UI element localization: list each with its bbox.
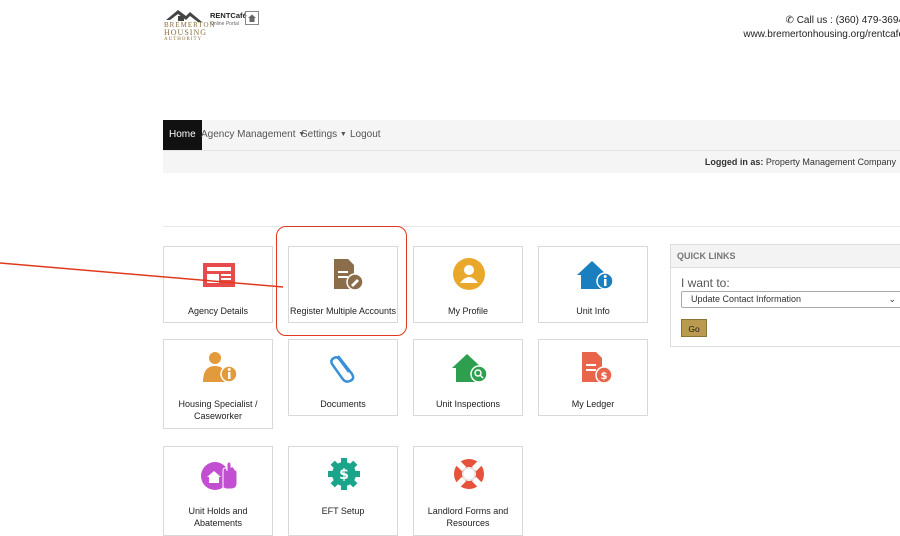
chevron-down-icon: ⌄	[888, 294, 896, 304]
website-link[interactable]: www.bremertonhousing.org/rentcafe	[743, 28, 900, 42]
tile-documents[interactable]: Documents	[288, 339, 398, 416]
tile-agency-details[interactable]: Agency Details	[163, 246, 273, 323]
caret-down-icon: ▼	[339, 131, 347, 138]
tile-unit-inspections[interactable]: Unit Inspections	[413, 339, 523, 416]
rentcafe-house-icon	[245, 11, 259, 25]
svg-text:$: $	[339, 467, 349, 483]
lifebuoy-icon	[454, 459, 484, 489]
highlight-box	[276, 226, 407, 336]
divider	[163, 226, 900, 227]
quick-links-select[interactable]: Update Contact Information ⌄	[681, 291, 900, 308]
quick-links-title: QUICK LINKS	[671, 245, 900, 268]
contact-info: ✆ Call us : (360) 479-3694 www.bremerton…	[743, 14, 900, 42]
nav-agency-management[interactable]: Agency Management ▼	[201, 120, 305, 150]
unit-inspection-icon	[452, 354, 488, 383]
tile-eft-setup[interactable]: $ EFT Setup	[288, 446, 398, 536]
tile-unit-info[interactable]: Unit Info	[538, 246, 648, 323]
tile-my-profile[interactable]: My Profile	[413, 246, 523, 323]
eft-gear-icon: $	[328, 458, 360, 490]
rentcafe-logo: RENTCafé Online Portal	[210, 11, 247, 28]
ledger-icon: $	[582, 352, 613, 384]
phone-icon: ✆	[785, 15, 794, 26]
tile-unit-holds[interactable]: Unit Holds and Abatements	[163, 446, 273, 536]
profile-icon	[453, 258, 485, 290]
logged-in-as: Logged in as: Property Management Compan…	[704, 157, 896, 167]
unit-holds-icon	[201, 461, 238, 490]
tile-landlord-forms[interactable]: Landlord Forms and Resources	[413, 446, 523, 536]
svg-text:$: $	[601, 371, 608, 382]
housing-specialist-icon	[203, 352, 238, 383]
logged-in-bar: Logged in as: Property Management Compan…	[163, 151, 900, 173]
unit-info-icon	[577, 261, 614, 290]
top-navbar: Home Agency Management ▼ Settings ▼ Logo…	[163, 120, 900, 151]
quick-links-panel: QUICK LINKS I want to: Update Contact In…	[670, 244, 900, 347]
phone-number[interactable]: Call us : (360) 479-3694	[797, 15, 900, 26]
nav-home[interactable]: Home	[163, 120, 202, 150]
nav-logout[interactable]: Logout	[350, 120, 381, 150]
go-button[interactable]: Go	[681, 319, 707, 337]
logo-text: BREMERTON HOUSING AUTHORITY	[164, 21, 216, 43]
tile-housing-specialist[interactable]: Housing Specialist / Caseworker	[163, 339, 273, 429]
agency-details-icon	[203, 263, 235, 287]
tile-my-ledger[interactable]: $ My Ledger	[538, 339, 648, 416]
paperclip-icon	[330, 355, 355, 383]
nav-settings[interactable]: Settings ▼	[301, 120, 347, 150]
i-want-to-label: I want to:	[681, 276, 730, 290]
